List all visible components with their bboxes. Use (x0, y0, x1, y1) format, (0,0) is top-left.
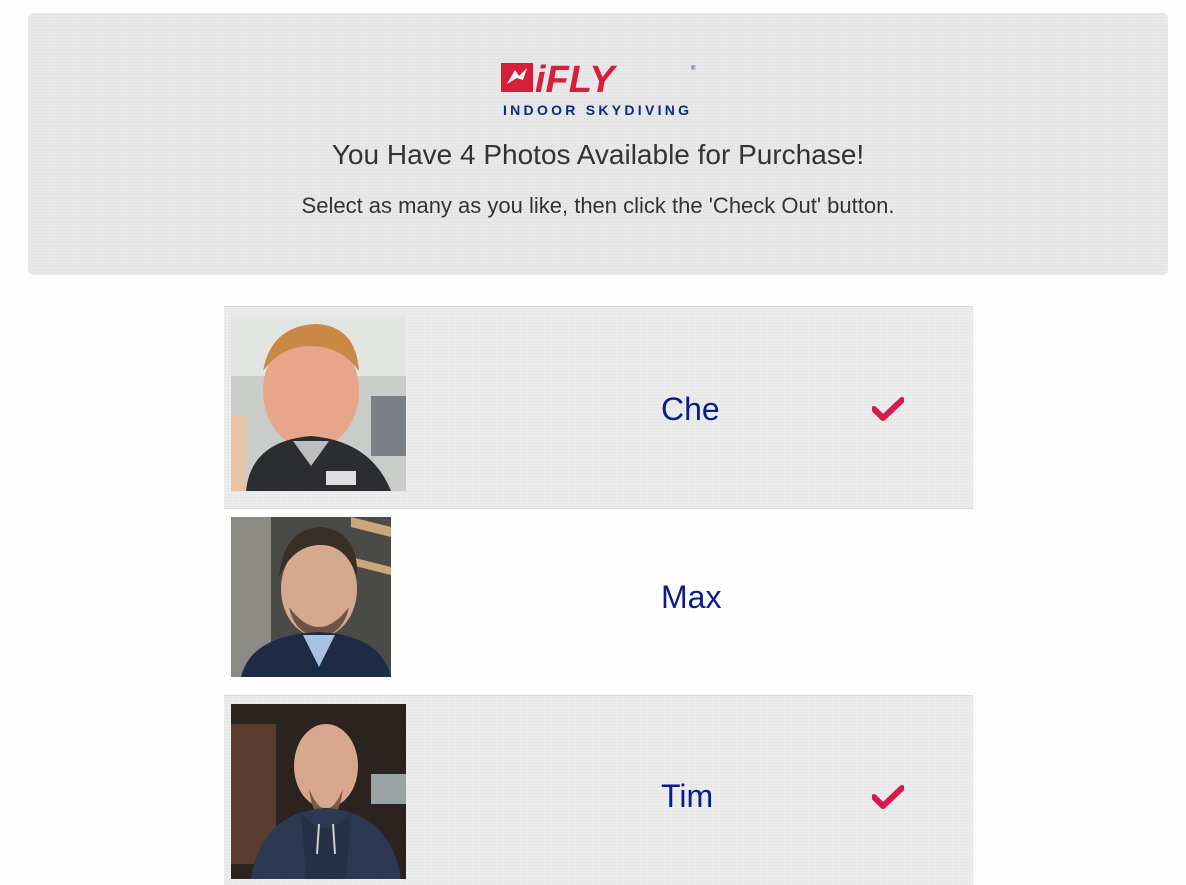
ifly-logo: iFLY ® INDOOR SKYDIVING (501, 59, 697, 122)
photo-thumbnail-tim[interactable] (231, 704, 406, 879)
photo-row-tim[interactable]: Tim (224, 695, 973, 885)
photo-list: Che Max Tim (224, 306, 973, 885)
photo-thumbnail-che[interactable] (231, 316, 406, 491)
photo-row-max[interactable]: Max (224, 508, 973, 695)
page-title: You Have 4 Photos Available for Purchase… (331, 139, 865, 170)
svg-text:®: ® (691, 65, 696, 72)
photo-thumbnail-max[interactable] (231, 517, 391, 677)
logo-brand-text: iFLY (535, 60, 618, 101)
photo-name-che: Che (661, 391, 720, 427)
logo-tagline: INDOOR SKYDIVING (503, 102, 689, 118)
checkmark-icon (872, 397, 904, 421)
header-panel: iFLY ® INDOOR SKYDIVING You Have 4 Photo… (28, 13, 1168, 275)
page-instructions: Select as many as you like, then click t… (301, 193, 895, 218)
photo-name-tim: Tim (661, 778, 714, 814)
photo-name-max: Max (661, 579, 722, 615)
checkmark-icon (872, 785, 904, 809)
photo-row-che[interactable]: Che (224, 306, 973, 508)
